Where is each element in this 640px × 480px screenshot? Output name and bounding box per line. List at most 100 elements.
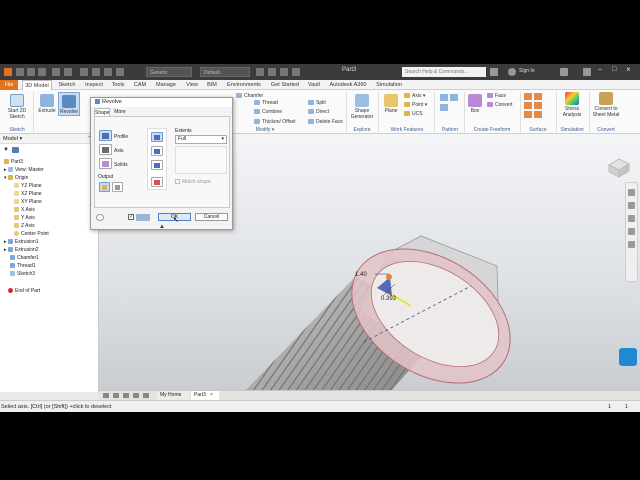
orbit-icon[interactable] — [628, 228, 635, 235]
join-button[interactable] — [151, 132, 163, 142]
match-shape-checkbox[interactable]: Match shape — [175, 178, 227, 186]
tree-item-chamfer1[interactable]: Chamfer1 — [10, 255, 39, 262]
help-icon[interactable] — [96, 214, 104, 221]
measure-icon[interactable] — [116, 68, 124, 76]
tree-item-view-master[interactable]: ▸ View: Master — [4, 167, 44, 174]
convert-sheet-metal-button[interactable]: Convert to Sheet Metal — [590, 92, 622, 118]
tree-item-extrusion1[interactable]: ▸ Extrusion1 — [4, 239, 39, 246]
profile-button[interactable] — [99, 130, 112, 141]
output-solid-button[interactable] — [99, 182, 110, 192]
dropdown-icon[interactable] — [292, 68, 300, 76]
axis-button[interactable] — [99, 144, 112, 155]
open-icon[interactable] — [27, 68, 35, 76]
mirror-icon[interactable] — [440, 104, 448, 111]
tree-item-origin[interactable]: ▾ Origin — [4, 175, 28, 182]
binoculars-icon[interactable] — [490, 68, 498, 76]
dialog-title[interactable]: Revolve — [91, 98, 232, 107]
maximize-icon[interactable]: □ — [612, 66, 616, 73]
arrange-icon[interactable] — [133, 393, 139, 398]
appearance-select[interactable]: Default — [200, 67, 250, 77]
point-button[interactable]: Point ▾ — [404, 102, 427, 109]
zoom-icon[interactable] — [628, 215, 635, 222]
face-button[interactable]: Face — [487, 93, 506, 100]
expand-arrow-icon[interactable]: ▲ — [159, 224, 165, 230]
pan-icon[interactable] — [628, 202, 635, 209]
tab-inspect[interactable]: Inspect — [82, 80, 106, 90]
user-icon[interactable] — [508, 68, 516, 76]
tab-cam[interactable]: CAM — [131, 80, 149, 90]
thicken-offset-button[interactable]: Thicken/ Offset — [254, 119, 296, 126]
tab-view[interactable]: View — [183, 80, 201, 90]
extend-icon[interactable] — [524, 111, 532, 118]
close-tab-icon[interactable]: × — [210, 392, 213, 398]
output-surface-button[interactable] — [112, 182, 123, 192]
combine-button[interactable]: Combine — [254, 109, 282, 116]
close-icon[interactable]: × — [626, 65, 631, 74]
ucs-button[interactable]: UCS — [404, 111, 423, 118]
tree-item-end-of-part[interactable]: End of Part — [8, 288, 40, 295]
look-at-icon[interactable] — [628, 241, 635, 248]
stitch-icon[interactable] — [524, 93, 532, 100]
split-button[interactable]: Split — [308, 100, 326, 107]
tab-file[interactable]: File — [0, 80, 18, 90]
panel-modify[interactable]: Modify ▾ — [240, 127, 290, 133]
cascade-icon[interactable] — [113, 393, 119, 398]
tree-item-center-point[interactable]: Center Point — [14, 231, 49, 238]
delete-face-button[interactable]: Delete Face — [308, 119, 343, 126]
tab-part3[interactable]: Part3 × — [191, 391, 219, 400]
viewcube[interactable] — [605, 156, 631, 178]
full-navigation-wheel-icon[interactable] — [628, 189, 635, 196]
start-sketch-button[interactable]: Start 2D Sketch — [2, 94, 32, 120]
dimension-1[interactable]: 1.40 — [355, 272, 367, 278]
sculpt-icon[interactable] — [524, 102, 532, 109]
select-icon[interactable] — [104, 68, 112, 76]
preview-toggle-icon[interactable] — [136, 214, 150, 221]
list-icon[interactable] — [143, 393, 149, 398]
tab-more[interactable]: More — [112, 108, 128, 116]
shape-generator-button[interactable]: Shape Generator — [348, 94, 376, 120]
home-icon[interactable] — [80, 68, 88, 76]
fx-icon[interactable] — [280, 68, 288, 76]
tab-tools[interactable]: Tools — [108, 80, 128, 90]
new-icon[interactable] — [16, 68, 24, 76]
tab-my-home[interactable]: My Home — [157, 391, 189, 400]
adjust-icon[interactable] — [268, 68, 276, 76]
stress-analysis-button[interactable]: Stress Analysis — [558, 92, 586, 118]
tab-get-started[interactable]: Get Started — [267, 80, 303, 90]
tab-autodesk-a360[interactable]: Autodesk A360 — [326, 80, 370, 90]
a360-badge-icon[interactable] — [619, 348, 637, 366]
help-icon[interactable] — [583, 68, 591, 76]
tree-item-xy-plane[interactable]: XY Plane — [14, 199, 42, 206]
sign-in-link[interactable]: Sign In — [519, 68, 535, 74]
find-icon[interactable] — [12, 147, 19, 153]
intersect-button[interactable] — [151, 160, 163, 170]
tree-item-y-axis[interactable]: Y Axis — [14, 215, 35, 222]
tab-3d-model[interactable]: 3D Model — [22, 80, 52, 90]
dimension-2[interactable]: 0.393 — [381, 296, 397, 302]
tab-environments[interactable]: Environments — [224, 80, 264, 90]
tab-manage[interactable]: Manage — [152, 80, 180, 90]
preview-checkbox[interactable]: ✓ — [128, 214, 134, 220]
extents-select[interactable]: Full ▾ — [175, 135, 227, 144]
convert-freeform-button[interactable]: Convert — [487, 102, 513, 109]
grid-icon[interactable] — [103, 393, 109, 398]
patch-icon[interactable] — [534, 93, 542, 100]
plane-button[interactable]: Plane — [380, 94, 402, 114]
clear-override-icon[interactable] — [256, 68, 264, 76]
cut-button[interactable] — [151, 146, 163, 156]
box-button[interactable]: Box — [466, 94, 484, 114]
search-input[interactable]: Search Help & Commands... — [402, 67, 486, 77]
tree-item-z-axis[interactable]: Z Axis — [14, 223, 35, 230]
undo-icon[interactable] — [52, 68, 60, 76]
cart-icon[interactable] — [560, 68, 568, 76]
tab-bim[interactable]: BIM — [204, 80, 220, 90]
tree-item-thread1[interactable]: Thread1 — [10, 263, 36, 270]
tree-item-xz-plane[interactable]: XZ Plane — [14, 191, 42, 198]
circular-pattern-icon[interactable] — [450, 94, 458, 101]
tree-item-sketch3[interactable]: Sketch3 — [10, 271, 35, 278]
minimize-icon[interactable]: – — [598, 66, 602, 73]
direct-button[interactable]: Direct — [308, 109, 329, 116]
cancel-button[interactable]: Cancel — [195, 213, 228, 221]
solids-button[interactable] — [99, 158, 112, 169]
replace-face-icon[interactable] — [534, 111, 542, 118]
